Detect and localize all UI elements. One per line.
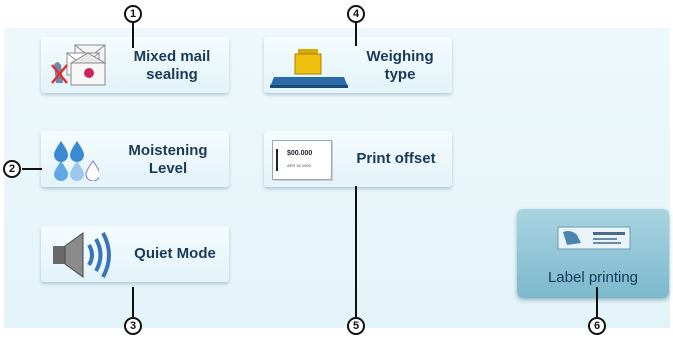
water-drops-icon bbox=[54, 141, 99, 181]
label-tape-icon bbox=[557, 226, 631, 250]
callout-3-leader bbox=[132, 287, 134, 317]
callout-1-leader bbox=[132, 23, 134, 48]
quiet-mode-label: Quiet Mode bbox=[134, 245, 216, 262]
callout-marker-3: 3 bbox=[124, 317, 142, 335]
mixed-mail-sealing-label: Mixed mail sealing bbox=[133, 48, 211, 83]
callout-marker-6: 6 bbox=[588, 317, 606, 335]
moistening-level-button[interactable]: Moistening Level bbox=[41, 131, 229, 187]
callout-marker-4: 4 bbox=[347, 5, 365, 23]
postage-amount: $00.000 bbox=[287, 150, 313, 157]
callout-2-leader bbox=[22, 168, 42, 170]
quiet-mode-button[interactable]: Quiet Mode bbox=[41, 226, 229, 282]
callout-4-leader bbox=[355, 23, 357, 46]
label-printing-button[interactable]: Label printing bbox=[517, 209, 669, 298]
mixed-mail-sealing-button[interactable]: Mixed mail sealing bbox=[41, 37, 229, 93]
print-offset-button[interactable]: $00.000 APR 16 1993 Print offset bbox=[264, 131, 452, 187]
callout-marker-5: 5 bbox=[347, 317, 365, 335]
weighing-type-label: Weighing type bbox=[366, 48, 434, 83]
callout-5-leader bbox=[355, 186, 357, 317]
callout-6-leader bbox=[596, 287, 598, 317]
envelopes-no-seal-icon bbox=[51, 44, 107, 86]
moistening-level-label: Moistening Level bbox=[128, 142, 208, 177]
weighing-type-button[interactable]: Weighing type bbox=[264, 37, 452, 93]
label-printing-label: Label printing bbox=[547, 269, 639, 286]
scale-weight-icon bbox=[270, 49, 348, 88]
speaker-icon bbox=[53, 232, 111, 278]
callout-marker-1: 1 bbox=[124, 5, 142, 23]
callout-marker-2: 2 bbox=[3, 160, 21, 178]
postage-date: APR 16 1993 bbox=[287, 163, 311, 168]
print-offset-label: Print offset bbox=[356, 150, 436, 167]
postage-imprint-icon: $00.000 APR 16 1993 bbox=[272, 140, 332, 180]
